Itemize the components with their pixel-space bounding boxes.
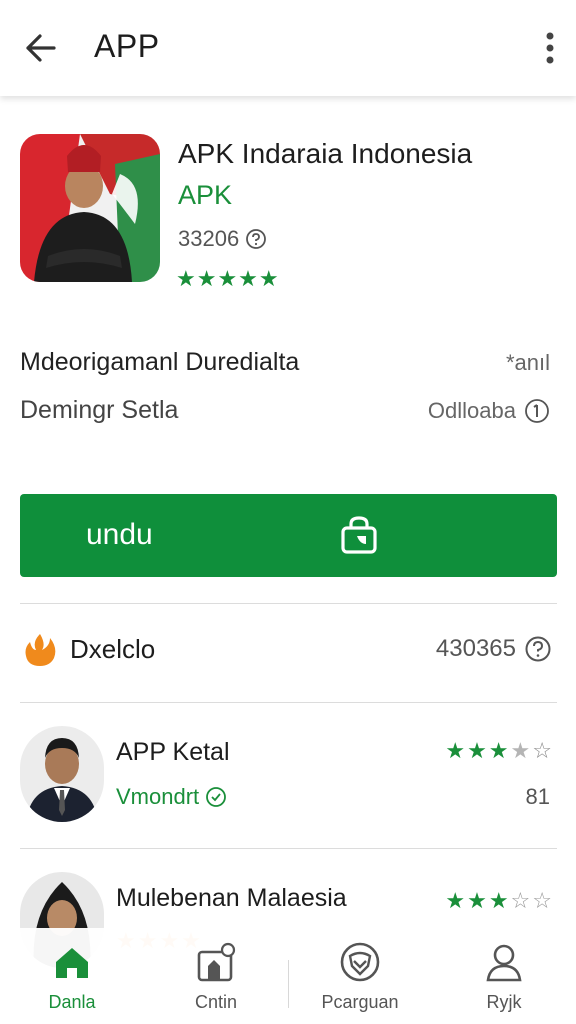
apps-icon: [197, 942, 236, 982]
more-vertical-icon[interactable]: [542, 30, 558, 66]
developer-count-group: 430365: [436, 635, 552, 663]
nav-label: Danla: [48, 992, 96, 1012]
developer-link[interactable]: APK: [178, 180, 232, 211]
info-circle-icon[interactable]: [524, 398, 550, 424]
rating-stars: ★★★★★: [176, 266, 280, 291]
avatar: [20, 726, 104, 822]
list-item-number: 81: [525, 784, 550, 809]
stars-empty: ☆☆: [510, 888, 554, 913]
nav-label: Cntin: [194, 992, 238, 1012]
list-item-subtitle-group: Vmondrt: [116, 784, 227, 810]
stars-empty: ☆: [532, 738, 554, 763]
count-value: 33206: [178, 226, 240, 251]
list-item-subtitle: Vmondrt: [116, 784, 200, 809]
info-row-2: Demingr Setla Odlloaba: [20, 396, 550, 425]
developer-group: Dxelclo: [20, 630, 155, 668]
nav-label: Pcarguan: [321, 992, 399, 1012]
page-title: APP: [94, 28, 160, 64]
fire-icon: [25, 634, 56, 666]
home-icon: [56, 948, 88, 978]
app-icon-image: [20, 134, 160, 282]
info-value: *anıl: [505, 349, 550, 375]
nav-item-profile[interactable]: Ryjk: [432, 928, 576, 1024]
nav-label: Ryjk: [486, 992, 522, 1012]
stars-filled: ★★★: [445, 738, 511, 763]
arrow-left-icon[interactable]: [20, 28, 60, 68]
download-count: 33206: [178, 226, 267, 252]
list-item-title: Mulebenan Malaesia: [116, 884, 347, 912]
install-button-label: undu: [86, 518, 153, 551]
shield-icon: [340, 942, 380, 982]
divider: [20, 848, 557, 849]
divider: [20, 603, 557, 604]
help-circle-icon[interactable]: [245, 228, 267, 250]
nav-item-home[interactable]: Danla: [0, 928, 144, 1024]
info-label: Mdeorigamanl Duredialta: [20, 348, 300, 376]
app-bar: APP: [0, 0, 576, 96]
nav-item-apps[interactable]: Cntin: [144, 928, 288, 1024]
check-circle-icon: [206, 787, 227, 807]
developer-row[interactable]: Dxelclo 430365: [20, 630, 552, 668]
install-button[interactable]: undu: [20, 494, 557, 577]
developer-count: 430365: [435, 635, 516, 662]
info-value-group: Odlloaba: [428, 398, 550, 424]
developer-name: Dxelclo: [70, 633, 156, 664]
list-item[interactable]: APP Ketal Vmondrt ★★★★☆ 81: [20, 726, 554, 826]
rating-stars: ★★★★☆: [445, 738, 554, 764]
info-label: Demingr Setla: [20, 396, 179, 424]
shopping-bag-icon: [341, 516, 377, 554]
person-icon: [486, 944, 522, 982]
divider: [20, 702, 557, 703]
rating-stars: ★★★☆☆: [445, 888, 554, 914]
info-row-1: Mdeorigamanl Duredialta *anıl: [20, 348, 550, 377]
list-item-title: APP Ketal: [116, 738, 230, 766]
info-value: Odlloaba: [427, 397, 516, 423]
nav-item-shield[interactable]: Pcarguan: [288, 928, 432, 1024]
stars-filled: ★★★: [445, 888, 511, 913]
divider: [288, 960, 289, 1008]
stars-half: ★: [510, 738, 533, 763]
help-circle-icon[interactable]: [524, 635, 552, 663]
app-title: APK Indaraia Indonesia: [178, 138, 473, 169]
